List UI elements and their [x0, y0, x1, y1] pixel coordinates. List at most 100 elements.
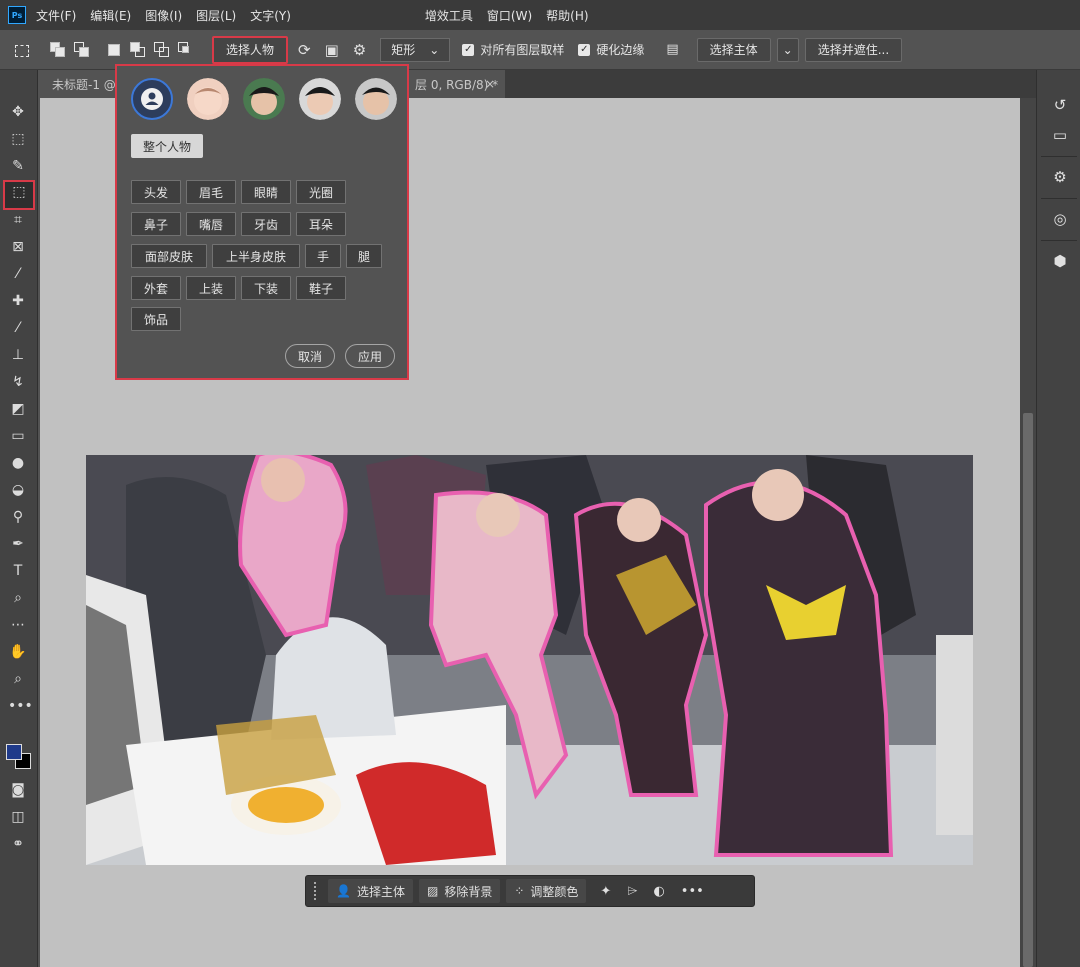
- menu-type[interactable]: 文字(Y): [250, 7, 291, 24]
- new-selection-icon[interactable]: [50, 41, 66, 58]
- brush-icon[interactable]: ⁄: [8, 318, 28, 338]
- part-shoes-button[interactable]: 鞋子: [296, 276, 346, 300]
- menu-plugins[interactable]: 增效工具: [425, 7, 473, 24]
- taskbar-select-subject-button[interactable]: 👤 选择主体: [328, 879, 413, 903]
- menu-help[interactable]: 帮助(H): [546, 7, 588, 24]
- part-top-button[interactable]: 上装: [186, 276, 236, 300]
- part-hair-button[interactable]: 头发: [131, 180, 181, 204]
- select-and-mask-button[interactable]: 选择并遮住...: [804, 37, 903, 62]
- part-bottom-button[interactable]: 下装: [241, 276, 291, 300]
- part-eyebrows-button[interactable]: 眉毛: [186, 180, 236, 204]
- menu-edit[interactable]: 编辑(E): [90, 7, 131, 24]
- select-subject-button[interactable]: 选择主体: [696, 37, 771, 62]
- menu-window[interactable]: 窗口(W): [487, 7, 532, 24]
- person-avatar-2[interactable]: [243, 78, 285, 120]
- canvas-photo[interactable]: [86, 455, 973, 865]
- overlay-icon[interactable]: ▣: [325, 41, 339, 59]
- chevron-down-icon: ⌄: [782, 42, 793, 57]
- type-icon[interactable]: T: [8, 561, 28, 581]
- part-coat-button[interactable]: 外套: [131, 276, 181, 300]
- mode-extra-icon[interactable]: [178, 41, 194, 58]
- all-people-avatar[interactable]: [131, 78, 173, 120]
- part-upper-body-skin-button[interactable]: 上半身皮肤: [212, 244, 300, 268]
- hand-icon[interactable]: ✋: [8, 642, 28, 662]
- screen-mode-icon[interactable]: ◫: [8, 807, 28, 827]
- harden-edge-checkbox[interactable]: ✓ 硬化边缘: [578, 41, 644, 58]
- person-list: [131, 78, 397, 120]
- extra-icon[interactable]: ⚭: [8, 834, 28, 854]
- history-icon[interactable]: ↺: [1049, 94, 1071, 116]
- part-teeth-button[interactable]: 牙齿: [241, 212, 291, 236]
- chevron-down-icon: ⌄: [429, 42, 440, 57]
- eyedropper-icon[interactable]: ⁄: [8, 264, 28, 284]
- menu-file[interactable]: 文件(F): [36, 7, 76, 24]
- part-accessories-button[interactable]: 饰品: [131, 307, 181, 331]
- feedback-icon[interactable]: ▤: [666, 42, 678, 57]
- sparkle-icon[interactable]: ✦: [600, 884, 611, 899]
- object-selection-tool-icon[interactable]: ⬚: [3, 180, 35, 210]
- clone-stamp-icon[interactable]: ⊥: [8, 345, 28, 365]
- libraries-icon[interactable]: ⬢: [1049, 250, 1071, 272]
- whole-person-button[interactable]: 整个人物: [131, 134, 204, 158]
- marquee-icon[interactable]: ⬚: [8, 129, 28, 149]
- mode-select[interactable]: 矩形 ⌄: [380, 37, 451, 62]
- select-subject-dropdown[interactable]: ⌄: [776, 37, 799, 62]
- part-lips-button[interactable]: 嘴唇: [186, 212, 236, 236]
- vertical-scrollbar[interactable]: [1020, 98, 1036, 967]
- part-aura-button[interactable]: 光圈: [296, 180, 346, 204]
- close-tab-icon[interactable]: ×: [485, 77, 495, 91]
- eraser-icon[interactable]: ◩: [8, 399, 28, 419]
- part-face-skin-button[interactable]: 面部皮肤: [131, 244, 207, 268]
- menu-layer[interactable]: 图层(L): [196, 7, 236, 24]
- select-person-button[interactable]: 选择人物: [212, 35, 289, 64]
- menu-image[interactable]: 图像(I): [145, 7, 182, 24]
- taskbar-adjust-color-button[interactable]: ⁘ 调整颜色: [506, 879, 587, 903]
- intersect-selection-icon[interactable]: [130, 41, 146, 58]
- exclude-selection-icon[interactable]: [154, 41, 170, 58]
- blur-icon[interactable]: ●: [8, 453, 28, 473]
- cancel-button[interactable]: 取消: [285, 344, 336, 368]
- image-icon: ▨: [426, 884, 439, 898]
- part-legs-button[interactable]: 腿: [346, 244, 382, 268]
- foreground-color-swatch[interactable]: [6, 744, 22, 760]
- apply-button[interactable]: 应用: [345, 344, 396, 368]
- crop-icon[interactable]: ⌗: [8, 210, 28, 230]
- person-avatar-3[interactable]: [299, 78, 341, 120]
- burn-icon[interactable]: ⚲: [8, 507, 28, 527]
- gear-icon[interactable]: ⚙: [353, 41, 366, 59]
- quick-mask-icon[interactable]: ◙: [8, 780, 28, 800]
- zoom-search-icon[interactable]: ⌕: [8, 588, 28, 608]
- subtract-selection-icon[interactable]: [106, 42, 122, 58]
- add-to-selection-icon[interactable]: [74, 41, 90, 58]
- more-options-icon[interactable]: •••: [681, 884, 704, 899]
- ruler-icon[interactable]: ⋯: [8, 615, 28, 635]
- drag-handle-icon[interactable]: [314, 882, 318, 900]
- pen-icon[interactable]: ✒: [8, 534, 28, 554]
- part-hands-button[interactable]: 手: [305, 244, 341, 268]
- zoom-icon[interactable]: ⌕: [8, 669, 28, 689]
- quick-selection-icon[interactable]: ✎: [8, 156, 28, 176]
- adjustments-icon[interactable]: ◎: [1049, 208, 1071, 230]
- gradient-icon[interactable]: ▭: [8, 426, 28, 446]
- frame-icon[interactable]: ⊠: [8, 237, 28, 257]
- more-tools-icon[interactable]: •••: [8, 696, 33, 716]
- dodge-icon[interactable]: ◒: [8, 480, 28, 500]
- refresh-icon[interactable]: ⟳: [298, 41, 311, 59]
- transform-icon[interactable]: ⌲: [627, 884, 637, 899]
- sample-all-layers-checkbox[interactable]: ✓ 对所有图层取样: [462, 41, 564, 58]
- taskbar-remove-background-button[interactable]: ▨ 移除背景: [418, 879, 501, 903]
- person-avatar-1[interactable]: [187, 78, 229, 120]
- properties-icon[interactable]: ⚙: [1049, 166, 1071, 188]
- select-person-popup: 整个人物 头发 眉毛 眼睛 光圈 鼻子 嘴唇 牙齿 耳朵 面部皮肤 上半身皮肤 …: [115, 64, 409, 380]
- healing-brush-icon[interactable]: ✚: [8, 291, 28, 311]
- person-avatar-4[interactable]: [355, 78, 397, 120]
- part-ears-button[interactable]: 耳朵: [296, 212, 346, 236]
- scrollbar-thumb[interactable]: [1023, 413, 1033, 967]
- move-icon[interactable]: ✥: [8, 102, 28, 122]
- contrast-icon[interactable]: ◐: [653, 884, 664, 899]
- history-brush-icon[interactable]: ↯: [8, 372, 28, 392]
- comments-icon[interactable]: ▭: [1049, 124, 1071, 146]
- object-selection-preset-icon[interactable]: [14, 42, 30, 58]
- part-nose-button[interactable]: 鼻子: [131, 212, 181, 236]
- part-eyes-button[interactable]: 眼睛: [241, 180, 291, 204]
